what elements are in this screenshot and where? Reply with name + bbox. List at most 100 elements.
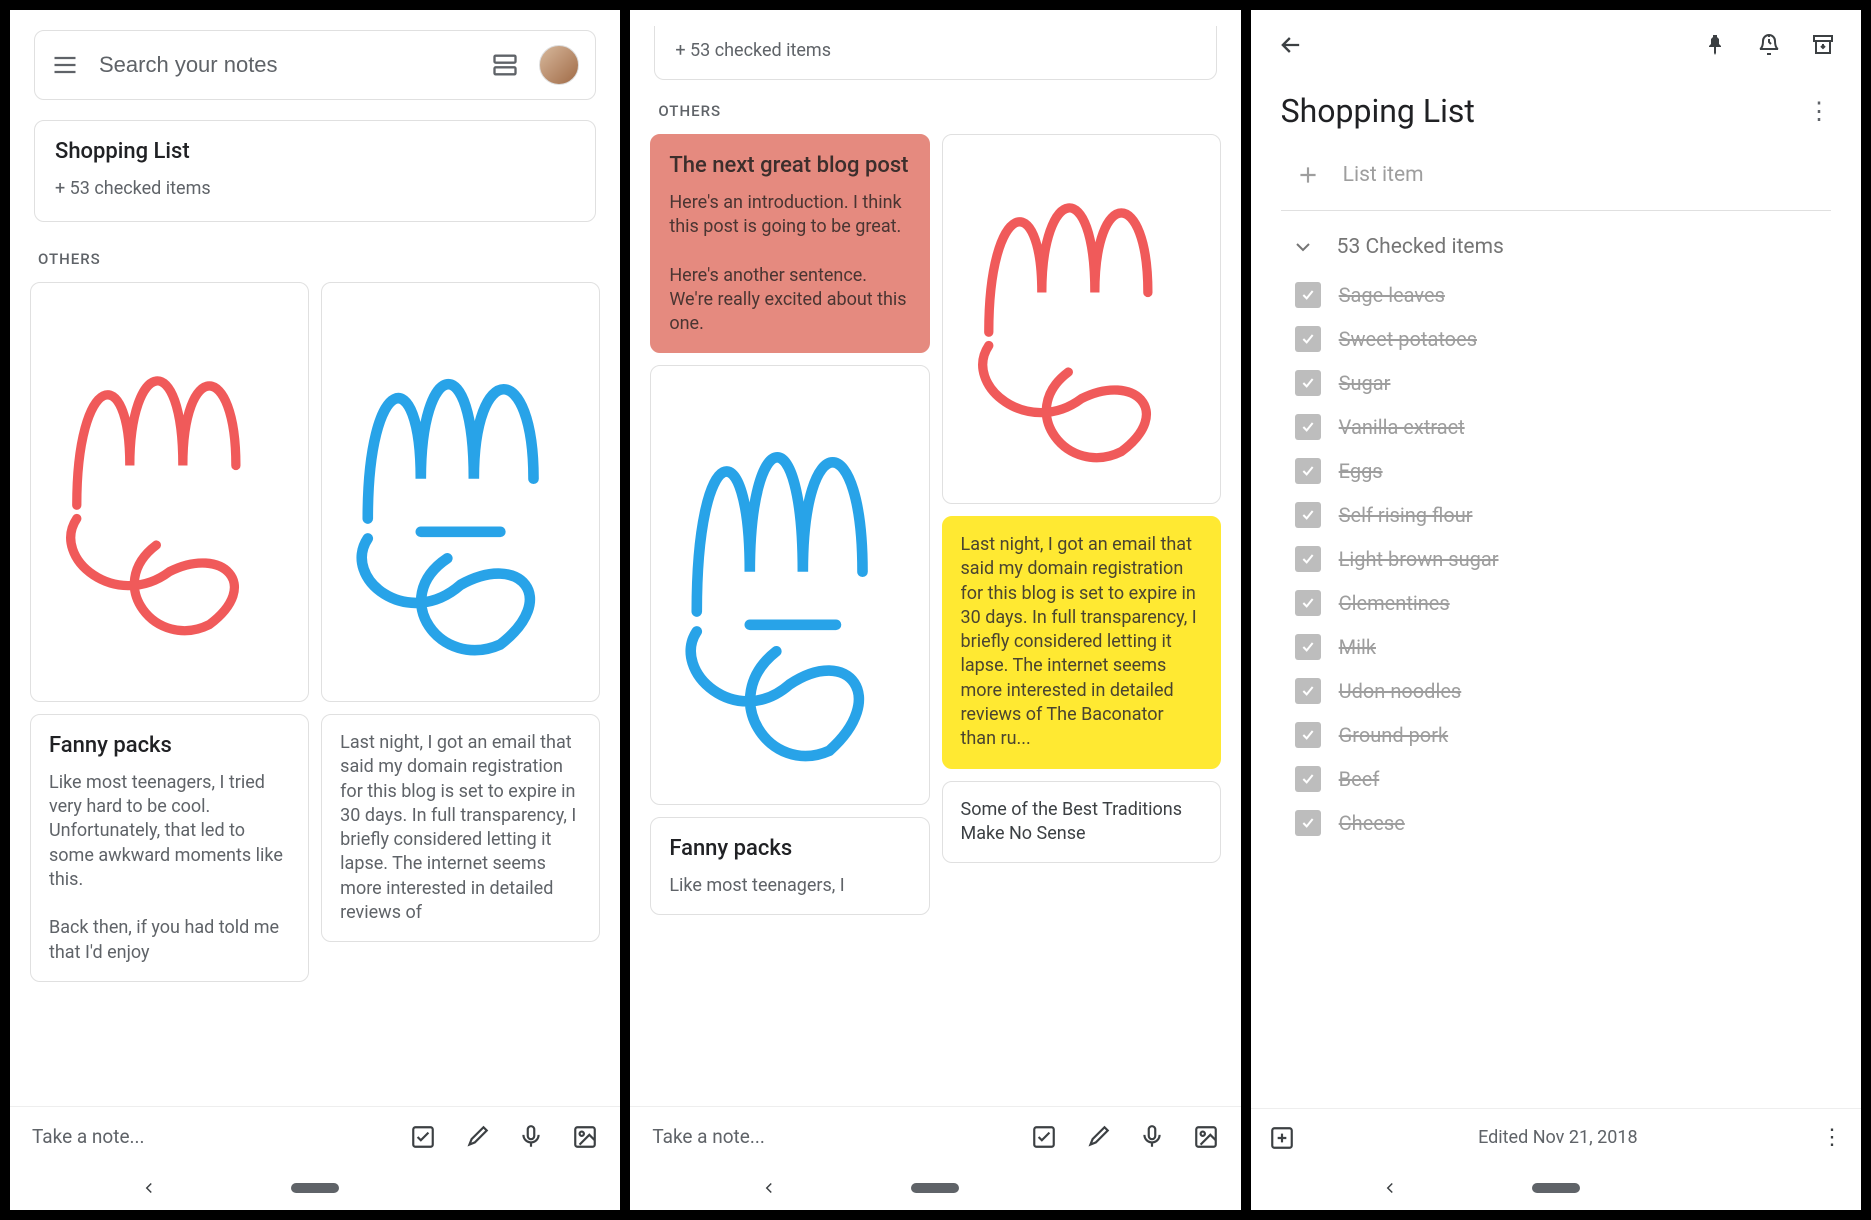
- menu-icon[interactable]: [51, 51, 79, 79]
- note-title: The next great blog post: [669, 151, 910, 181]
- brush-icon[interactable]: [464, 1124, 490, 1150]
- note-body: Like most teenagers, I tried very hard t…: [49, 771, 290, 892]
- pinned-note-title: Shopping List: [55, 139, 575, 164]
- checkbox-checked-icon[interactable]: [1295, 370, 1321, 396]
- brush-icon[interactable]: [1085, 1124, 1111, 1150]
- checked-item-row[interactable]: Cheese: [1281, 801, 1831, 845]
- note-card-fanny[interactable]: Fanny packs Like most teenagers, I tried…: [30, 714, 309, 982]
- nav-back-icon[interactable]: [140, 1179, 158, 1197]
- checked-item-row[interactable]: Ground pork: [1281, 713, 1831, 757]
- note-card-drawing-blue[interactable]: [650, 365, 929, 805]
- detail-toolbar: [1251, 10, 1861, 80]
- archive-icon[interactable]: [1811, 33, 1835, 57]
- back-arrow-icon[interactable]: [1277, 31, 1305, 59]
- checked-item-row[interactable]: Beef: [1281, 757, 1831, 801]
- checked-item-row[interactable]: Sage leaves: [1281, 273, 1831, 317]
- detail-title-row: Shopping List ⋮: [1251, 80, 1861, 136]
- checkbox-checked-icon[interactable]: [1295, 810, 1321, 836]
- checked-item-row[interactable]: Sweet potatoes: [1281, 317, 1831, 361]
- checked-item-text: Beef: [1339, 767, 1380, 791]
- checkbox-checked-icon[interactable]: [1295, 458, 1321, 484]
- edited-timestamp: Edited Nov 21, 2018: [1295, 1127, 1821, 1148]
- note-card-drawing-red[interactable]: [30, 282, 309, 702]
- pinned-note-card-partial[interactable]: + 53 checked items: [654, 26, 1216, 80]
- note-body: Some of the Best Traditions Make No Sens…: [961, 798, 1202, 847]
- mic-icon[interactable]: [518, 1124, 544, 1150]
- note-body-2: Back then, if you had told me that I'd e…: [49, 916, 290, 965]
- note-card-blog-post[interactable]: The next great blog post Here's an intro…: [650, 134, 929, 353]
- checklist-icon[interactable]: [410, 1124, 436, 1150]
- note-body: Like most teenagers, I: [669, 874, 910, 898]
- checked-item-text: Self rising flour: [1339, 503, 1473, 527]
- checklist-body: List item 53 Checked items Sage leaves Sw…: [1251, 136, 1861, 1108]
- checkbox-checked-icon[interactable]: [1295, 722, 1321, 748]
- checked-item-row[interactable]: Clementines: [1281, 581, 1831, 625]
- nav-home-pill[interactable]: [911, 1183, 959, 1193]
- checked-item-text: Udon noodles: [1339, 679, 1462, 703]
- agenda-view-icon[interactable]: [491, 51, 519, 79]
- more-icon[interactable]: ⋮: [1821, 1125, 1843, 1150]
- image-icon[interactable]: [1193, 1124, 1219, 1150]
- note-body-2: Here's another sentence. We're really ex…: [669, 264, 910, 337]
- more-icon[interactable]: ⋮: [1807, 97, 1831, 125]
- section-label-others: OTHERS: [658, 102, 1212, 120]
- reminder-icon[interactable]: [1757, 33, 1781, 57]
- checkbox-checked-icon[interactable]: [1295, 414, 1321, 440]
- note-card-domain-yellow[interactable]: Last night, I got an email that said my …: [942, 516, 1221, 769]
- checked-item-row[interactable]: Eggs: [1281, 449, 1831, 493]
- avatar[interactable]: [539, 45, 579, 85]
- nav-home-pill[interactable]: [1532, 1183, 1580, 1193]
- detail-bottom-bar: Edited Nov 21, 2018 ⋮: [1251, 1108, 1861, 1166]
- mic-icon[interactable]: [1139, 1124, 1165, 1150]
- checked-item-row[interactable]: Milk: [1281, 625, 1831, 669]
- nav-home-pill[interactable]: [291, 1183, 339, 1193]
- notes-grid: The next great blog post Here's an intro…: [650, 134, 1220, 1106]
- checked-item-row[interactable]: Light brown sugar: [1281, 537, 1831, 581]
- checkbox-checked-icon[interactable]: [1295, 326, 1321, 352]
- nav-back-icon[interactable]: [1381, 1179, 1399, 1197]
- checked-item-row[interactable]: Udon noodles: [1281, 669, 1831, 713]
- note-body: Last night, I got an email that said my …: [340, 731, 581, 925]
- take-note-bar[interactable]: Take a note...: [630, 1106, 1240, 1166]
- note-card-drawing-blue[interactable]: [321, 282, 600, 702]
- checkbox-checked-icon[interactable]: [1295, 634, 1321, 660]
- pinned-note-card[interactable]: Shopping List + 53 checked items: [34, 120, 596, 222]
- note-card-traditions[interactable]: Some of the Best Traditions Make No Sens…: [942, 781, 1221, 864]
- add-item-placeholder: List item: [1343, 163, 1424, 187]
- section-label-others: OTHERS: [38, 250, 592, 268]
- note-title: Fanny packs: [669, 834, 910, 864]
- notes-grid: Fanny packs Like most teenagers, I tried…: [30, 282, 600, 1106]
- checked-item-row[interactable]: Vanilla extract: [1281, 405, 1831, 449]
- checked-item-row[interactable]: Self rising flour: [1281, 493, 1831, 537]
- note-card-domain[interactable]: Last night, I got an email that said my …: [321, 714, 600, 942]
- checkbox-checked-icon[interactable]: [1295, 590, 1321, 616]
- checked-item-row[interactable]: Sugar: [1281, 361, 1831, 405]
- add-box-icon[interactable]: [1269, 1125, 1295, 1151]
- checkbox-checked-icon[interactable]: [1295, 546, 1321, 572]
- checklist-icon[interactable]: [1031, 1124, 1057, 1150]
- checkbox-checked-icon[interactable]: [1295, 766, 1321, 792]
- add-list-item-row[interactable]: List item: [1281, 144, 1831, 211]
- note-title: Fanny packs: [49, 731, 290, 761]
- checkbox-checked-icon[interactable]: [1295, 502, 1321, 528]
- take-note-placeholder: Take a note...: [32, 1125, 382, 1148]
- checkbox-checked-icon[interactable]: [1295, 282, 1321, 308]
- checkbox-checked-icon[interactable]: [1295, 678, 1321, 704]
- note-card-fanny[interactable]: Fanny packs Like most teenagers, I: [650, 817, 929, 915]
- pin-icon[interactable]: [1703, 33, 1727, 57]
- pinned-note-subtitle: + 53 checked items: [675, 40, 1195, 61]
- checked-item-text: Sage leaves: [1339, 283, 1445, 307]
- nav-back-icon[interactable]: [760, 1179, 778, 1197]
- search-bar[interactable]: [34, 30, 596, 100]
- take-note-bar[interactable]: Take a note...: [10, 1106, 620, 1166]
- note-body: Here's an introduction. I think this pos…: [669, 191, 910, 240]
- android-nav-bar: [10, 1166, 620, 1210]
- note-title[interactable]: Shopping List: [1281, 92, 1475, 130]
- note-body: Last night, I got an email that said my …: [961, 533, 1202, 752]
- note-card-drawing-red[interactable]: [942, 134, 1221, 504]
- panel-note-detail: Shopping List ⋮ List item 53 Checked ite…: [1251, 10, 1861, 1210]
- image-icon[interactable]: [572, 1124, 598, 1150]
- checked-items-header[interactable]: 53 Checked items: [1281, 211, 1831, 273]
- search-input[interactable]: [99, 52, 471, 78]
- checked-item-text: Cheese: [1339, 811, 1405, 835]
